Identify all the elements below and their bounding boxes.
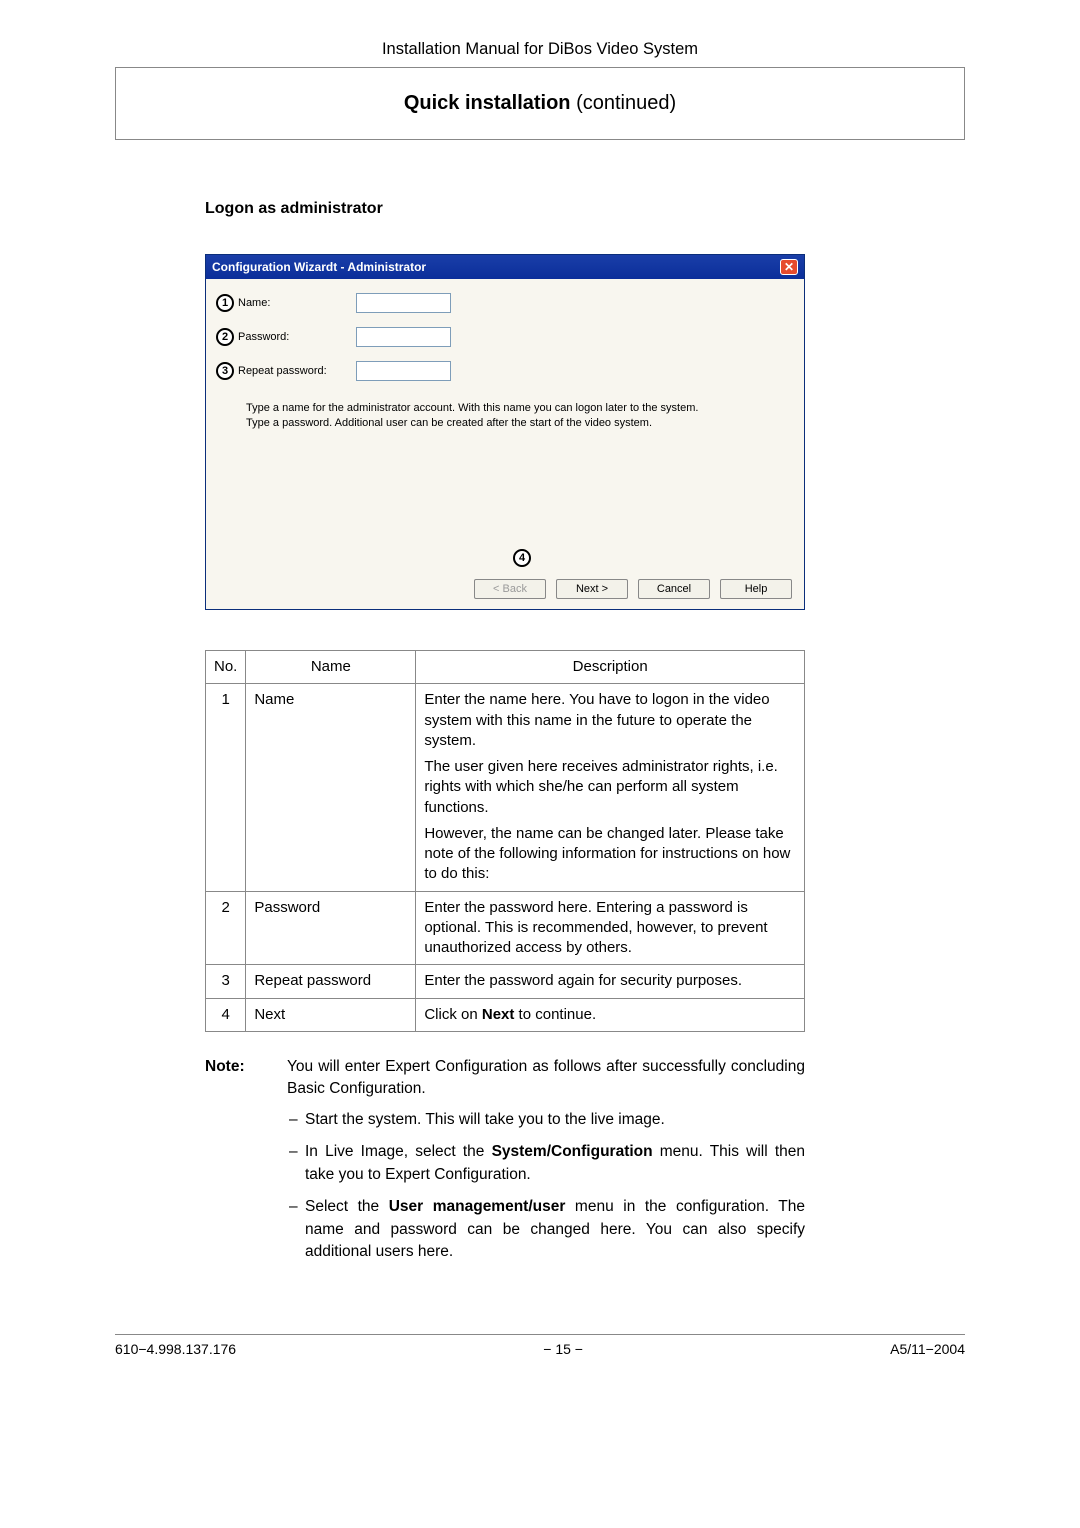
repeat-password-label: Repeat password: xyxy=(238,365,356,377)
desc-para: However, the name can be changed later. … xyxy=(424,824,796,885)
cell-no: 2 xyxy=(206,891,246,965)
note-label: Note: xyxy=(205,1056,259,1274)
note-item: Select the User management/user menu in … xyxy=(305,1196,805,1263)
repeat-password-input[interactable] xyxy=(356,361,451,381)
page-title-box: Quick installation (continued) xyxy=(115,67,965,140)
note-item: In Live Image, select the System/Configu… xyxy=(305,1141,805,1186)
note-bold: System/Configuration xyxy=(492,1143,653,1160)
cell-name: Name xyxy=(246,684,416,891)
cancel-button[interactable]: Cancel xyxy=(638,579,710,599)
page-title-rest: (continued) xyxy=(571,92,677,114)
table-header-row: No. Name Description xyxy=(206,651,805,684)
table-row: 1 Name Enter the name here. You have to … xyxy=(206,684,805,891)
dialog-titlebar: Configuration Wizardt - Administrator ✕ xyxy=(206,255,804,279)
close-icon[interactable]: ✕ xyxy=(780,259,798,275)
note-bold: User management/user xyxy=(389,1198,566,1215)
desc-bold: Next xyxy=(482,1006,515,1023)
th-desc: Description xyxy=(416,651,805,684)
doc-header: Installation Manual for DiBos Video Syst… xyxy=(115,40,965,59)
note-pre: Select the xyxy=(305,1198,389,1215)
note-pre: In Live Image, select the xyxy=(305,1143,492,1160)
desc-para: Enter the name here. You have to logon i… xyxy=(424,690,796,751)
section-heading: Logon as administrator xyxy=(205,200,965,218)
description-table: No. Name Description 1 Name Enter the na… xyxy=(205,650,805,1032)
desc-post: to continue. xyxy=(514,1006,596,1023)
name-label: Name: xyxy=(238,297,356,309)
table-row: 4 Next Click on Next to continue. xyxy=(206,998,805,1031)
cell-desc: Click on Next to continue. xyxy=(416,998,805,1031)
callout-1: 1 xyxy=(216,294,234,312)
desc-para: The user given here receives administrat… xyxy=(424,757,796,818)
callout-2: 2 xyxy=(216,328,234,346)
footer-right: A5/11−2004 xyxy=(890,1341,965,1357)
th-no: No. xyxy=(206,651,246,684)
cell-name: Repeat password xyxy=(246,965,416,998)
dialog-hint-2: Type a password. Additional user can be … xyxy=(246,416,794,431)
note-item: Start the system. This will take you to … xyxy=(305,1109,805,1131)
table-row: 2 Password Enter the password here. Ente… xyxy=(206,891,805,965)
note-intro: You will enter Expert Configuration as f… xyxy=(287,1056,805,1101)
callout-3: 3 xyxy=(216,362,234,380)
callout-4: 4 xyxy=(513,549,531,567)
cell-desc: Enter the password here. Entering a pass… xyxy=(416,891,805,965)
cell-name: Next xyxy=(246,998,416,1031)
password-input[interactable] xyxy=(356,327,451,347)
cell-no: 1 xyxy=(206,684,246,891)
help-button[interactable]: Help xyxy=(720,579,792,599)
cell-desc: Enter the password again for security pu… xyxy=(416,965,805,998)
config-wizard-dialog: Configuration Wizardt - Administrator ✕ … xyxy=(205,254,805,610)
page-title-bold: Quick installation xyxy=(404,92,571,114)
note-block: Note: You will enter Expert Configuratio… xyxy=(205,1056,805,1274)
password-label: Password: xyxy=(238,331,356,343)
cell-desc: Enter the name here. You have to logon i… xyxy=(416,684,805,891)
table-row: 3 Repeat password Enter the password aga… xyxy=(206,965,805,998)
cell-name: Password xyxy=(246,891,416,965)
back-button: < Back xyxy=(474,579,546,599)
th-name: Name xyxy=(246,651,416,684)
name-input[interactable] xyxy=(356,293,451,313)
dialog-title-text: Configuration Wizardt - Administrator xyxy=(212,260,426,274)
cell-no: 4 xyxy=(206,998,246,1031)
footer-center: − 15 − xyxy=(543,1341,583,1357)
desc-pre: Click on xyxy=(424,1006,482,1023)
footer-left: 610−4.998.137.176 xyxy=(115,1341,236,1357)
dialog-hint-1: Type a name for the administrator accoun… xyxy=(246,401,794,416)
next-button[interactable]: Next > xyxy=(556,579,628,599)
page-footer: 610−4.998.137.176 − 15 − A5/11−2004 xyxy=(115,1334,965,1357)
cell-no: 3 xyxy=(206,965,246,998)
